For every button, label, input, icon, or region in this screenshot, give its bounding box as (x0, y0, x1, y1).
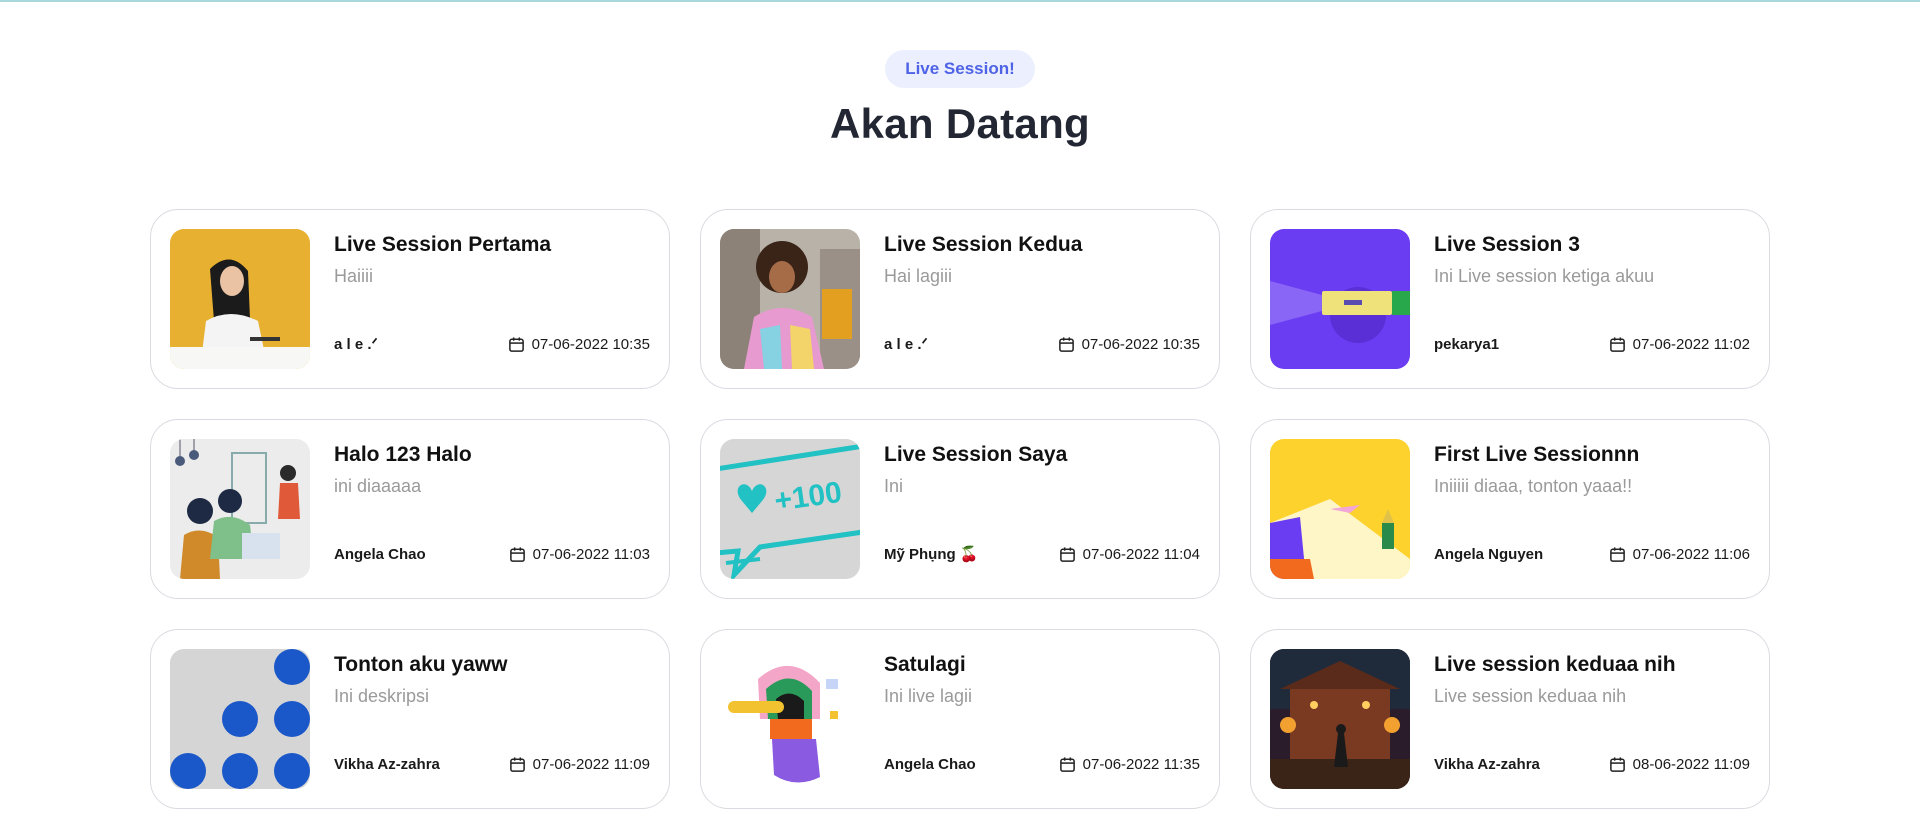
session-date-text: 07-06-2022 10:35 (1081, 335, 1200, 353)
session-card[interactable]: Halo 123 Halo ini diaaaaa Angela Chao 07… (150, 419, 670, 599)
session-meta: Mỹ Phụng 🍒 07-06-2022 11:04 (884, 545, 1200, 564)
session-date: 07-06-2022 11:03 (509, 546, 650, 563)
calendar-icon (1609, 547, 1625, 562)
live-session-badge: Live Session! (885, 50, 1035, 88)
session-card[interactable]: Satulagi Ini live lagii Angela Chao 07-0… (700, 629, 1220, 809)
top-accent-line (0, 0, 1920, 2)
session-description: Iniiiii diaaa, tonton yaaa!! (1434, 476, 1633, 496)
calendar-icon (1609, 337, 1625, 352)
session-meta: Angela Chao 07-06-2022 11:35 (884, 756, 1200, 773)
calendar-icon (1059, 757, 1075, 772)
calendar-icon (1058, 336, 1074, 352)
purple-illustration-image (1270, 229, 1410, 369)
session-author: a l e .ᐟ (884, 336, 928, 353)
session-description: ini diaaaaa (334, 476, 422, 496)
calendar-icon (1059, 546, 1075, 562)
session-meta: a l e .ᐟ 07-06-2022 10:35 (884, 335, 1200, 354)
session-author: Mỹ Phụng 🍒 (884, 546, 979, 563)
session-title: Live Session Saya (884, 443, 1068, 466)
session-info: Satulagi Ini live lagii Angela Chao 07-0… (884, 649, 1200, 789)
session-title: Live Session 3 (1434, 233, 1580, 256)
office-illustration-image (170, 439, 310, 579)
session-meta: Angela Chao 07-06-2022 11:03 (334, 546, 650, 563)
session-title: Live session keduaa nih (1434, 653, 1676, 676)
session-author: a l e .ᐟ (334, 336, 378, 353)
session-author: pekarya1 (1434, 336, 1500, 353)
calendar-icon (508, 336, 524, 352)
session-date-text: 07-06-2022 11:02 (1632, 336, 1750, 353)
session-author: Angela Nguyen (1434, 546, 1544, 563)
session-meta: Vikha Az-zahra 08-06-2022 11:09 (1434, 756, 1750, 773)
session-info: Live session keduaa nih Live session ked… (1434, 649, 1750, 789)
session-meta: Angela Nguyen 07-06-2022 11:06 (1434, 546, 1750, 563)
session-date-text: 07-06-2022 11:04 (1082, 545, 1200, 563)
session-info: Live Session Kedua Hai lagiii a l e .ᐟ 0… (884, 229, 1200, 369)
session-title: Live Session Pertama (334, 233, 552, 256)
session-date-text: 07-06-2022 10:35 (531, 335, 650, 353)
calendar-icon (1609, 757, 1625, 772)
session-meta: Vikha Az-zahra 07-06-2022 11:09 (334, 756, 650, 773)
session-date-text: 07-06-2022 11:35 (1082, 756, 1200, 773)
session-meta: a l e .ᐟ 07-06-2022 10:35 (334, 335, 650, 354)
session-card[interactable]: Live Session Pertama Haiiii a l e .ᐟ 07-… (150, 209, 670, 389)
calendar-icon (509, 757, 525, 772)
calendar-icon (509, 547, 525, 562)
session-description: Live session keduaa nih (1434, 686, 1627, 706)
session-card[interactable]: Live Session Kedua Hai lagiii a l e .ᐟ 0… (700, 209, 1220, 389)
session-description: Ini Live session ketiga akuu (1434, 266, 1655, 286)
session-title: First Live Sessionnn (1434, 443, 1640, 466)
session-date: 07-06-2022 11:35 (1059, 756, 1200, 773)
session-description: Hai lagiii (884, 266, 953, 286)
woman-street-image (720, 229, 860, 369)
session-card[interactable]: First Live Sessionnn Iniiiii diaaa, tont… (1250, 419, 1770, 599)
session-description: Ini live lagii (884, 686, 973, 706)
yellow-illustration-image (1270, 439, 1410, 579)
session-date-text: 07-06-2022 11:06 (1632, 546, 1750, 563)
session-meta: pekarya1 07-06-2022 11:02 (1434, 336, 1750, 353)
session-info: Tonton aku yaww Ini deskripsi Vikha Az-z… (334, 649, 650, 789)
section-header: Live Session! Akan Datang (0, 50, 1920, 148)
woman-writing-image (170, 229, 310, 369)
session-date: 07-06-2022 11:09 (509, 756, 650, 773)
session-author: Angela Chao (884, 756, 976, 773)
session-description: Ini (884, 476, 904, 496)
session-title: Halo 123 Halo (334, 443, 472, 466)
session-info: Live Session Pertama Haiiii a l e .ᐟ 07-… (334, 229, 650, 369)
session-author: Vikha Az-zahra (334, 756, 440, 773)
session-card[interactable]: +100 Live Session Saya Ini Mỹ Phụng 🍒 07… (700, 419, 1220, 599)
session-title: Live Session Kedua (884, 233, 1083, 256)
session-title: Satulagi (884, 653, 966, 676)
session-info: Halo 123 Halo ini diaaaaa Angela Chao 07… (334, 439, 650, 579)
session-card[interactable]: Live Session 3 Ini Live session ketiga a… (1250, 209, 1770, 389)
session-description: Haiiii (334, 266, 374, 286)
session-grid: Live Session Pertama Haiiii a l e .ᐟ 07-… (150, 209, 1770, 809)
page-title: Akan Datang (829, 100, 1091, 147)
session-info: Live Session 3 Ini Live session ketiga a… (1434, 229, 1750, 369)
session-card[interactable]: Live session keduaa nih Live session ked… (1250, 629, 1770, 809)
session-description: Ini deskripsi (334, 686, 430, 706)
session-date: 07-06-2022 11:06 (1609, 546, 1750, 563)
session-info: Live Session Saya Ini Mỹ Phụng 🍒 07-06-2… (884, 439, 1200, 579)
blue-dots-image (170, 649, 310, 789)
session-info: First Live Sessionnn Iniiiii diaaa, tont… (1434, 439, 1750, 579)
session-date: 08-06-2022 11:09 (1609, 756, 1750, 773)
session-date-text: 08-06-2022 11:09 (1632, 756, 1750, 773)
session-card[interactable]: Tonton aku yaww Ini deskripsi Vikha Az-z… (150, 629, 670, 809)
night-festival-image (1270, 649, 1410, 789)
session-date: 07-06-2022 10:35 (508, 336, 650, 353)
session-date: 07-06-2022 11:04 (1059, 546, 1200, 563)
session-date: 07-06-2022 11:02 (1609, 336, 1750, 353)
like-counter-image: +100 (720, 439, 860, 579)
abstract-head-image (720, 649, 860, 789)
session-date: 07-06-2022 10:35 (1058, 336, 1200, 353)
session-date-text: 07-06-2022 11:03 (532, 546, 650, 563)
session-author: Vikha Az-zahra (1434, 756, 1540, 773)
session-date-text: 07-06-2022 11:09 (532, 756, 650, 773)
session-author: Angela Chao (334, 546, 426, 563)
session-title: Tonton aku yaww (334, 653, 508, 676)
